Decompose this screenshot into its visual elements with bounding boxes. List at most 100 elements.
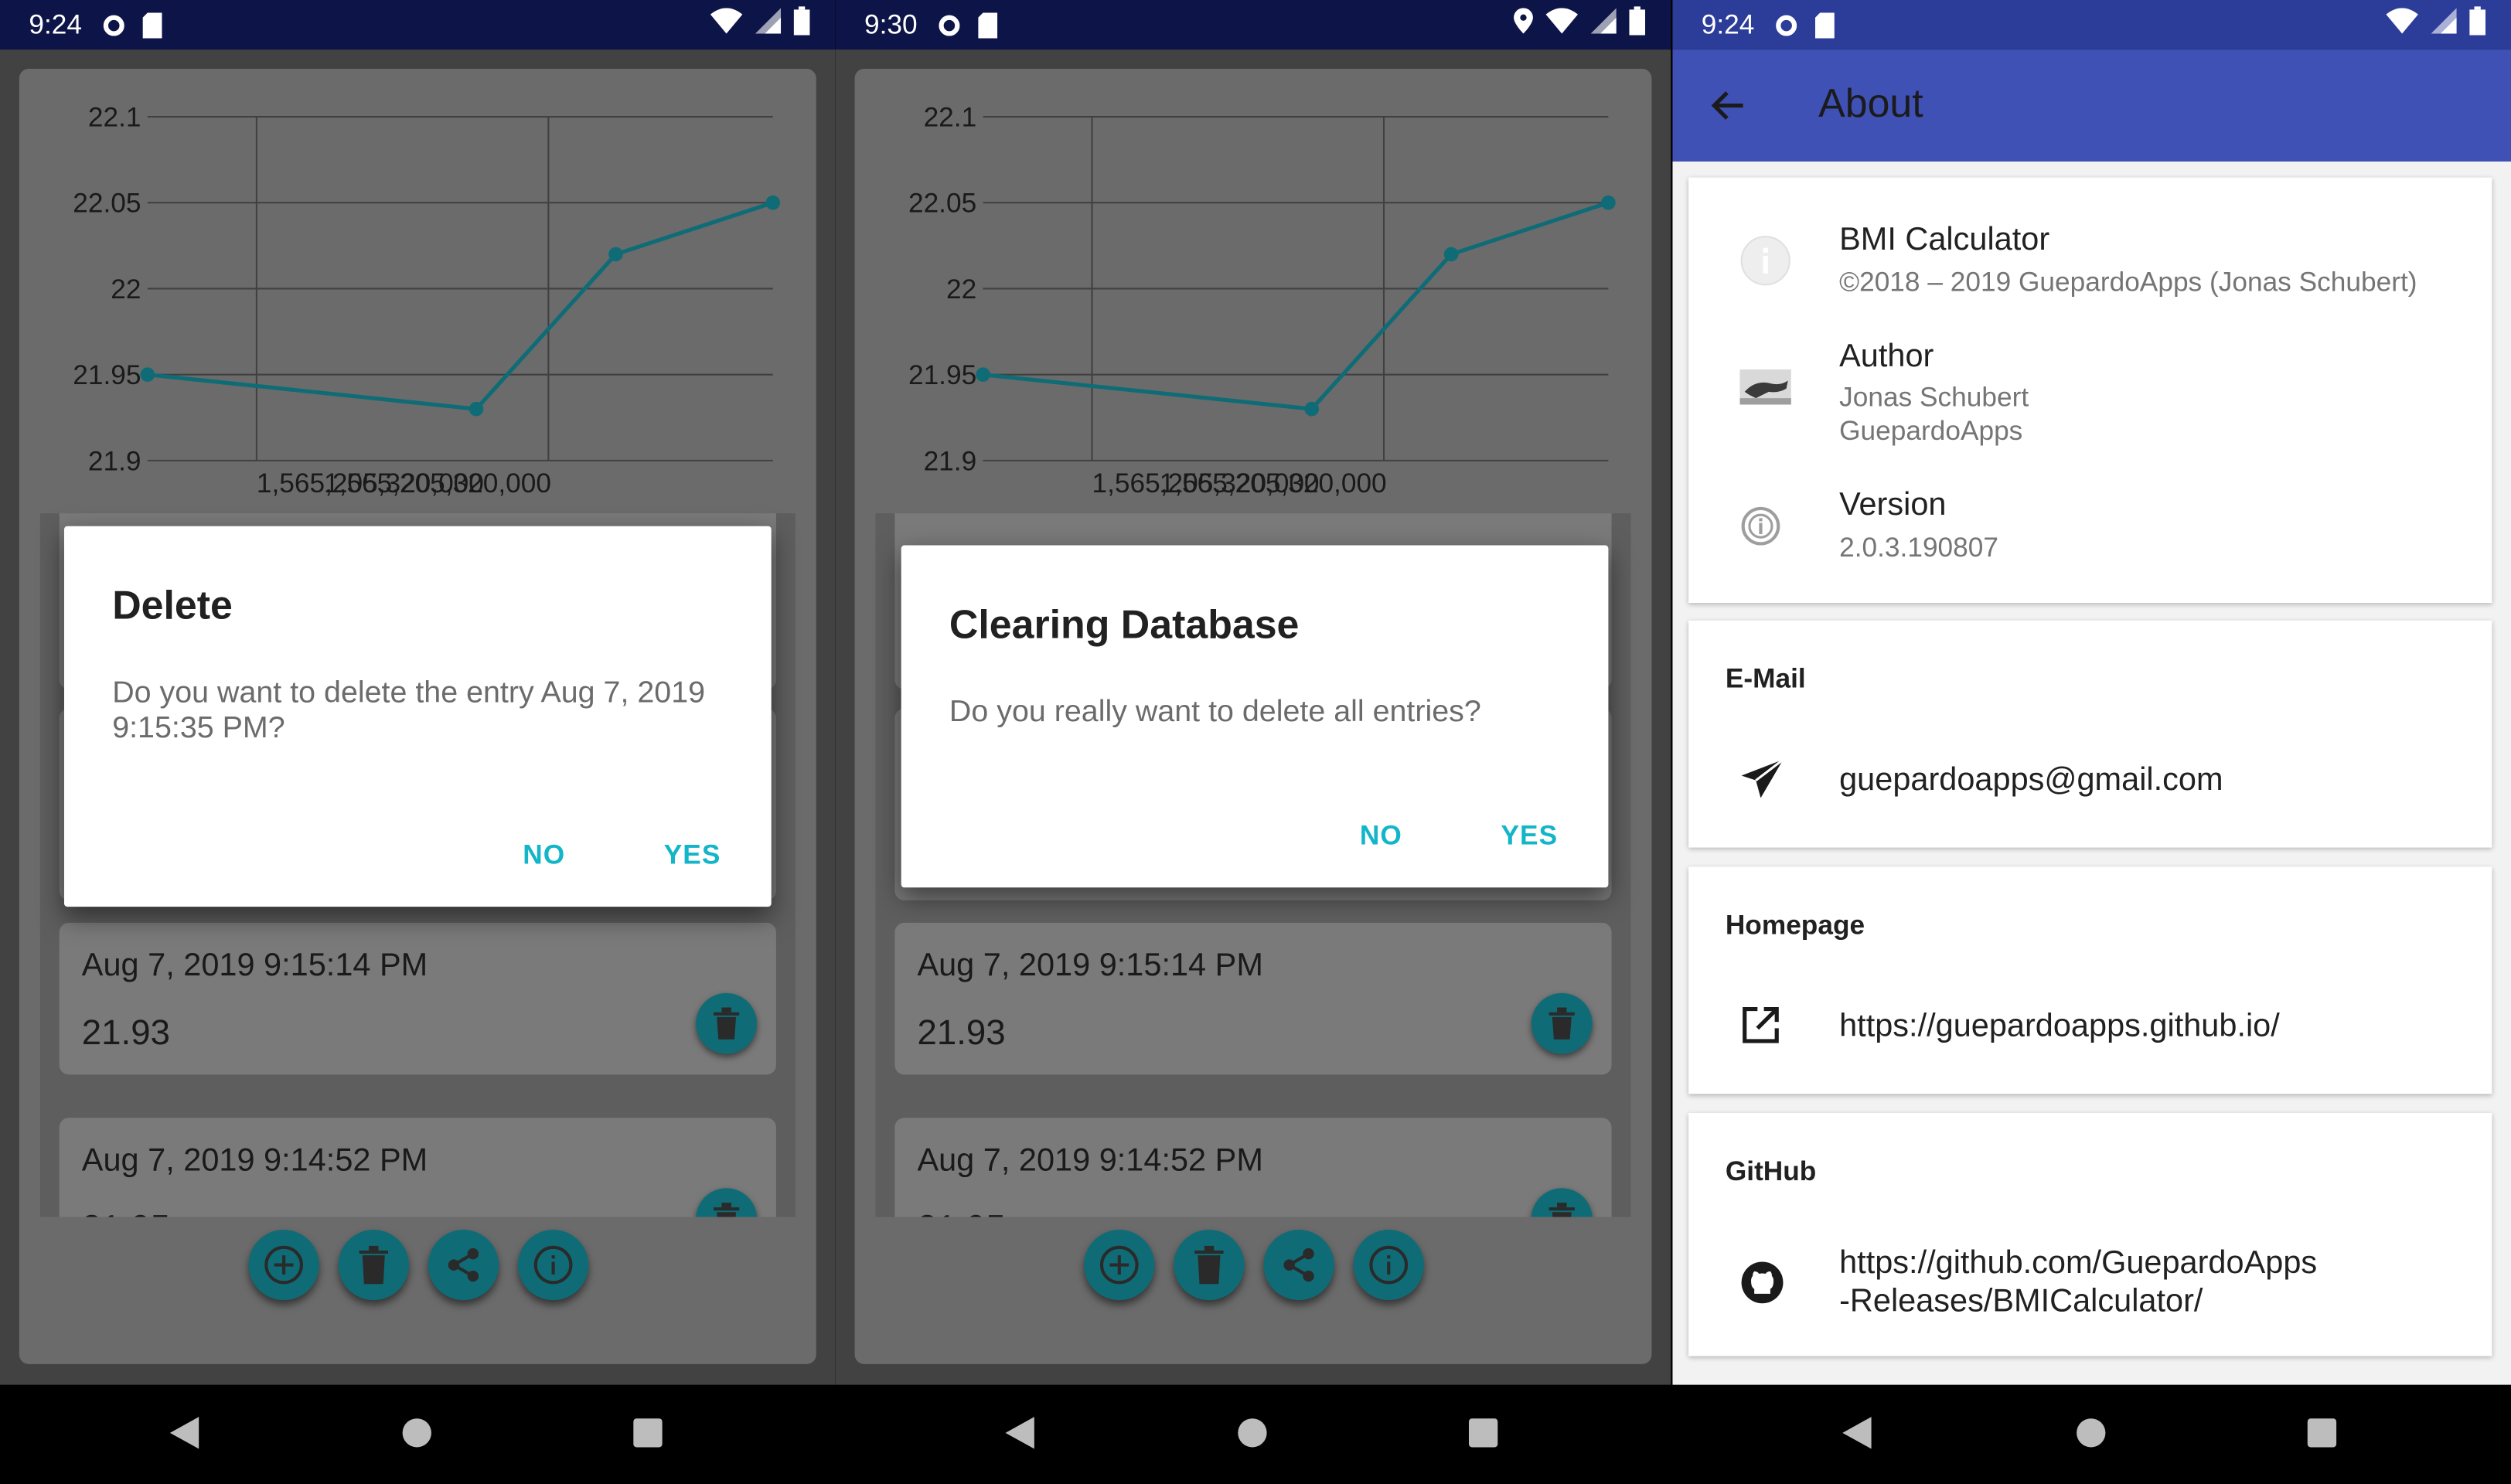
- back-button[interactable]: [1708, 85, 1750, 134]
- back-nav-button[interactable]: [1002, 1414, 1037, 1460]
- list-item[interactable]: Aug 7, 2019 9:15:14 PM 21.93: [894, 922, 1612, 1075]
- status-bar: 9:24: [0, 0, 836, 50]
- email-link[interactable]: guepardoapps@gmail.com: [1839, 761, 2223, 800]
- y-tick-label: 22: [111, 274, 141, 305]
- about-content: BMI Calculator ©2018 – 2019 GuepardoApps…: [1672, 161, 2511, 1385]
- phone-screen-delete: 9:24 22.1 22.05 22 21.95 21.9 1,565,205,320,0…: [0, 0, 836, 1484]
- delete-all-button[interactable]: [337, 1230, 408, 1301]
- homepage-card[interactable]: Homepage https://guepardoapps.github.io/: [1688, 866, 2492, 1094]
- add-circle-icon: [264, 1245, 302, 1285]
- status-bar: 9:30: [835, 0, 1671, 50]
- bmi-chart: 22.122.052221.9521.91,565,205,320,0001,5…: [908, 102, 1616, 499]
- share-button[interactable]: [1262, 1230, 1334, 1301]
- data-point: [1601, 195, 1616, 210]
- status-time: 9:30: [864, 9, 918, 39]
- home-circle-icon: [2077, 1418, 2106, 1448]
- home-circle-icon: [402, 1418, 431, 1448]
- dialog-no-button[interactable]: NO: [1360, 820, 1402, 852]
- dialog-yes-button[interactable]: YES: [1501, 820, 1558, 852]
- version-icon: [1740, 505, 1782, 555]
- trash-icon: [714, 1007, 740, 1040]
- list-item[interactable]: Aug 7, 2019 9:14:52 PM 21.95: [894, 1118, 1612, 1217]
- info-button[interactable]: [516, 1230, 588, 1301]
- home-nav-button[interactable]: [401, 1417, 433, 1457]
- version-title: Version: [1839, 488, 1947, 523]
- nav-bar: [835, 1384, 1671, 1484]
- add-entry-button[interactable]: [1083, 1230, 1154, 1301]
- y-tick-label: 21.95: [73, 360, 141, 390]
- series-line: [983, 200, 1610, 411]
- app-name: BMI Calculator: [1839, 222, 2050, 258]
- home-nav-button[interactable]: [1236, 1417, 1268, 1457]
- y-tick-label: 21.95: [908, 360, 976, 390]
- add-entry-button[interactable]: [247, 1230, 319, 1301]
- data-point: [468, 401, 484, 417]
- phone-screen-about: 9:24 About BMI Calculator ©2018 – 2019 G…: [1672, 0, 2511, 1484]
- delete-entry-button[interactable]: [696, 992, 758, 1054]
- home-circle-icon: [1238, 1418, 1267, 1448]
- back-nav-button[interactable]: [167, 1414, 203, 1460]
- homepage-section-title: Homepage: [1725, 910, 1865, 941]
- github-card[interactable]: GitHub https://github.com/GuepardoApps -…: [1688, 1113, 2492, 1356]
- settings-status-icon: [937, 12, 962, 38]
- delete-entry-button[interactable]: [696, 1188, 758, 1217]
- author-image: [1739, 369, 1791, 413]
- data-point: [608, 247, 623, 262]
- entry-date: Aug 7, 2019 9:15:14 PM: [81, 948, 428, 984]
- entry-value: 21.95: [917, 1207, 1005, 1217]
- github-section-title: GitHub: [1725, 1156, 1817, 1187]
- delete-all-button[interactable]: [1173, 1230, 1244, 1301]
- list-item[interactable]: Aug 7, 2019 9:15:14 PM 21.93: [59, 922, 776, 1075]
- y-tick-label: 22.1: [88, 102, 141, 132]
- action-bar: [836, 1230, 1671, 1301]
- back-triangle-icon: [1842, 1417, 1872, 1449]
- list-item[interactable]: Aug 7, 2019 9:14:52 PM 21.95: [59, 1118, 776, 1217]
- sd-card-status-icon: [142, 12, 162, 38]
- app-bar: About: [1672, 49, 2511, 162]
- app-info-card: BMI Calculator ©2018 – 2019 GuepardoApps…: [1688, 177, 2492, 604]
- email-card[interactable]: E-Mail guepardoapps@gmail.com: [1688, 620, 2492, 848]
- status-time: 9:24: [29, 9, 82, 39]
- nav-bar: [0, 1384, 836, 1484]
- trash-icon: [1549, 1202, 1575, 1217]
- dialog-title: Clearing Database: [949, 603, 1300, 648]
- open-in-new-icon: [1740, 1004, 1782, 1053]
- data-point: [1443, 247, 1459, 262]
- recents-nav-button[interactable]: [1467, 1417, 1499, 1457]
- delete-entry-button[interactable]: [1531, 1188, 1593, 1217]
- settings-status-icon: [1773, 12, 1799, 38]
- recents-nav-button[interactable]: [632, 1417, 663, 1457]
- nav-bar: [1672, 1384, 2511, 1484]
- settings-status-icon: [101, 12, 127, 38]
- info-icon: [533, 1245, 572, 1285]
- x-tick-label: 1,565,205,320,000: [324, 468, 551, 499]
- bmi-chart: 22.122.052221.9521.91,565,205,320,0001,5…: [73, 102, 781, 499]
- info-icon: [1740, 235, 1791, 294]
- delete-entry-button[interactable]: [1531, 992, 1593, 1054]
- back-nav-button[interactable]: [1839, 1414, 1875, 1460]
- dialog-no-button[interactable]: NO: [523, 839, 565, 871]
- entry-value: 21.93: [917, 1012, 1006, 1053]
- battery-status-icon: [793, 6, 810, 43]
- add-circle-icon: [1099, 1245, 1138, 1285]
- signal-status-icon: [1590, 8, 1617, 41]
- home-nav-button[interactable]: [2075, 1417, 2107, 1457]
- back-triangle-icon: [169, 1417, 199, 1449]
- info-button[interactable]: [1352, 1230, 1423, 1301]
- data-point: [765, 195, 781, 210]
- delete-dialog: Delete Do you want to delete the entry A…: [63, 526, 772, 907]
- sd-card-status-icon: [978, 12, 998, 38]
- status-bar: 9:24: [1672, 0, 2511, 50]
- author-name: Jonas Schubert GuepardoApps: [1839, 382, 2029, 447]
- dialog-yes-button[interactable]: YES: [664, 839, 721, 871]
- entry-value: 21.95: [82, 1207, 170, 1217]
- homepage-link[interactable]: https://guepardoapps.github.io/: [1839, 1007, 2280, 1046]
- share-button[interactable]: [427, 1230, 499, 1301]
- recents-nav-button[interactable]: [2306, 1417, 2338, 1457]
- y-tick-label: 22: [946, 274, 976, 305]
- location-status-icon: [1514, 8, 1533, 41]
- author-title: Author: [1839, 339, 1934, 375]
- trash-icon: [714, 1202, 740, 1217]
- github-link[interactable]: https://github.com/GuepardoApps -Release…: [1839, 1244, 2317, 1321]
- send-icon: [1740, 758, 1785, 808]
